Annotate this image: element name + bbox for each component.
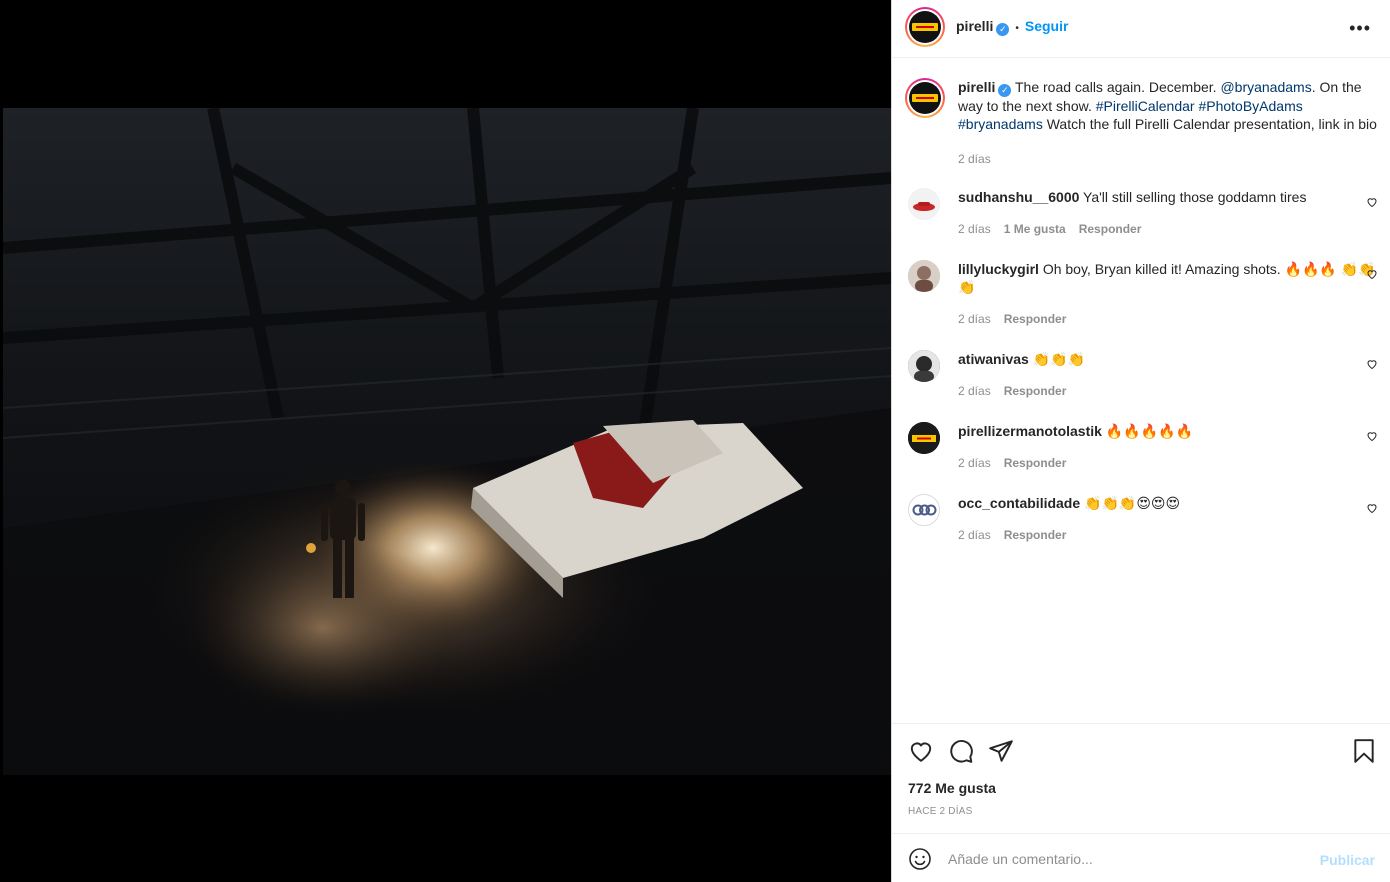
- bookmark-icon[interactable]: [1351, 738, 1377, 764]
- hashtag-link[interactable]: #PirelliCalendar: [1096, 98, 1195, 114]
- commenter-username[interactable]: atiwanivas: [958, 351, 1029, 367]
- comment-meta: 2 días 1 Me gusta Responder: [958, 222, 1154, 236]
- comment-time[interactable]: 2 días: [958, 456, 991, 470]
- comment-item: occ_contabilidade 👏👏👏😍😍😍 2 días Responder: [908, 494, 1378, 554]
- comment-heart-icon[interactable]: [1366, 358, 1378, 370]
- comment-heart-icon[interactable]: [1366, 196, 1378, 208]
- verified-badge-icon: ✓: [998, 84, 1012, 97]
- post-actions: 772 Me gusta HACE 2 DÍAS: [892, 723, 1390, 833]
- comment-item: pirellizermanotolastik 🔥🔥🔥🔥🔥 2 días Respo…: [908, 422, 1378, 482]
- reply-button[interactable]: Responder: [1079, 222, 1142, 236]
- comment-time[interactable]: 2 días: [958, 528, 991, 542]
- comment-item: sudhanshu__6000 Ya'll still selling thos…: [908, 188, 1378, 248]
- comment-heart-icon[interactable]: [1366, 268, 1378, 280]
- commenter-username[interactable]: lillyluckygirl: [958, 261, 1039, 277]
- post-sidebar: pirelli ✓ • Seguir ••• pirelli ✓ The road ca…: [891, 0, 1390, 882]
- caption: pirelli ✓ The road calls again. December.…: [905, 78, 1378, 168]
- publish-button[interactable]: Publicar: [1320, 852, 1375, 868]
- comment-meta: 2 días Responder: [958, 384, 1079, 398]
- reply-button[interactable]: Responder: [1004, 456, 1067, 470]
- comment-text: atiwanivas 👏👏👏: [958, 350, 1378, 368]
- commenter-username[interactable]: sudhanshu__6000: [958, 189, 1079, 205]
- hashtag-link[interactable]: #bryanadams: [958, 116, 1043, 132]
- comment-input[interactable]: [948, 846, 1308, 872]
- commenter-avatar[interactable]: [908, 188, 940, 220]
- comment-bubble-icon[interactable]: [948, 738, 974, 764]
- verified-badge-icon: ✓: [996, 23, 1010, 36]
- author-avatar[interactable]: [905, 7, 945, 47]
- comment-meta: 2 días Responder: [958, 312, 1079, 326]
- comment-likes[interactable]: 1 Me gusta: [1004, 222, 1066, 236]
- caption-avatar[interactable]: [905, 78, 945, 118]
- caption-time[interactable]: 2 días: [958, 152, 991, 166]
- comment-body: 🔥🔥🔥🔥🔥: [1105, 423, 1193, 439]
- likes-count[interactable]: 772 Me gusta: [908, 780, 996, 796]
- smiley-icon[interactable]: [908, 847, 932, 871]
- commenter-username[interactable]: occ_contabilidade: [958, 495, 1080, 511]
- separator-dot: •: [1015, 23, 1019, 34]
- commenter-avatar[interactable]: [908, 494, 940, 526]
- comment-text: lillyluckygirl Oh boy, Bryan killed it! …: [958, 260, 1378, 296]
- comment-time[interactable]: 2 días: [958, 384, 991, 398]
- comment-heart-icon[interactable]: [1366, 430, 1378, 442]
- comment-meta: 2 días Responder: [958, 528, 1079, 542]
- author-username[interactable]: pirelli: [956, 18, 993, 34]
- caption-text: pirelli ✓ The road calls again. December.…: [958, 78, 1378, 133]
- follow-button[interactable]: Seguir: [1025, 18, 1069, 34]
- comment-text: sudhanshu__6000 Ya'll still selling thos…: [958, 188, 1378, 206]
- reply-button[interactable]: Responder: [1004, 312, 1067, 326]
- commenter-avatar[interactable]: [908, 422, 940, 454]
- paper-plane-icon[interactable]: [988, 738, 1014, 764]
- comment-body: 👏👏👏: [1032, 351, 1086, 367]
- heart-icon[interactable]: [908, 738, 934, 764]
- reply-button[interactable]: Responder: [1004, 528, 1067, 542]
- hashtag-link[interactable]: #PhotoByAdams: [1198, 98, 1302, 114]
- post-photo[interactable]: [3, 108, 891, 775]
- comment-heart-icon[interactable]: [1366, 502, 1378, 514]
- comment-composer: Publicar: [892, 833, 1390, 882]
- caption-username[interactable]: pirelli: [958, 79, 995, 95]
- comment-time[interactable]: 2 días: [958, 222, 991, 236]
- more-options-icon[interactable]: •••: [1349, 18, 1371, 39]
- posted-time[interactable]: HACE 2 DÍAS: [908, 806, 972, 817]
- caption-text-part: The road calls again. December.: [1015, 79, 1221, 95]
- comments-list[interactable]: pirelli ✓ The road calls again. December.…: [892, 58, 1390, 723]
- mention-link[interactable]: @bryanadams: [1220, 79, 1311, 95]
- comment-text: pirellizermanotolastik 🔥🔥🔥🔥🔥: [958, 422, 1378, 440]
- caption-text-part: Watch the full Pirelli Calendar presenta…: [1042, 116, 1377, 132]
- instagram-post-modal: pirelli ✓ • Seguir ••• pirelli ✓ The road ca…: [0, 0, 1390, 882]
- commenter-avatar[interactable]: [908, 260, 940, 292]
- post-media-panel: [0, 0, 891, 882]
- post-header: pirelli ✓ • Seguir •••: [892, 0, 1390, 58]
- comment-time[interactable]: 2 días: [958, 312, 991, 326]
- commenter-username[interactable]: pirellizermanotolastik: [958, 423, 1102, 439]
- comment-item: lillyluckygirl Oh boy, Bryan killed it! …: [908, 260, 1378, 336]
- reply-button[interactable]: Responder: [1004, 384, 1067, 398]
- comment-meta: 2 días Responder: [958, 456, 1079, 470]
- comment-body: Ya'll still selling those goddamn tires: [1083, 189, 1307, 205]
- comment-text: occ_contabilidade 👏👏👏😍😍😍: [958, 494, 1378, 512]
- comment-item: atiwanivas 👏👏👏 2 días Responder: [908, 350, 1378, 410]
- commenter-avatar[interactable]: [908, 350, 940, 382]
- comment-body: 👏👏👏😍😍😍: [1084, 495, 1181, 511]
- caption-meta: 2 días: [958, 152, 1004, 166]
